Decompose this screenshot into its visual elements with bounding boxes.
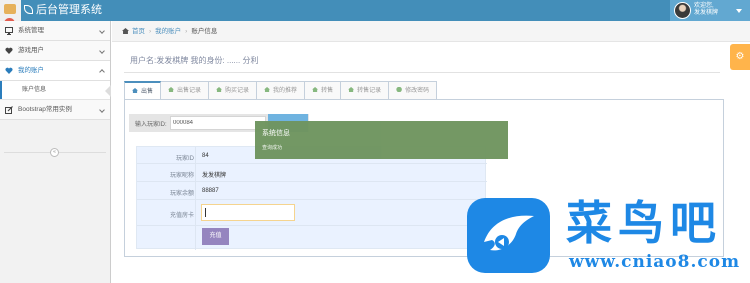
player-id-value: 84 bbox=[202, 153, 209, 159]
player-balance-value: 88887 bbox=[202, 188, 219, 194]
watermark-name: 菜鸟吧 bbox=[566, 196, 722, 250]
home-icon bbox=[122, 28, 129, 34]
tab-label: 出售记录 bbox=[177, 88, 202, 94]
heart-icon bbox=[5, 67, 13, 74]
tab-resell[interactable]: 转售 bbox=[305, 81, 342, 100]
player-id-label: 玩家ID bbox=[175, 156, 194, 162]
page-header: 用户名:发发棋牌 我的身份: ...... 分利 bbox=[130, 56, 259, 65]
tab-label: 出售 bbox=[141, 89, 154, 95]
tab-label: 转售记录 bbox=[357, 88, 382, 94]
bird-icon bbox=[484, 215, 534, 251]
breadcrumb-home[interactable]: 首页 bbox=[132, 28, 145, 35]
user-welcome: 欢迎您, 发发棋牌 bbox=[694, 3, 718, 17]
sidebar-item-my-account[interactable]: 我的账户 bbox=[0, 61, 110, 81]
home-icon bbox=[216, 87, 223, 92]
desktop-icon bbox=[5, 27, 13, 35]
recharge-cards-input[interactable] bbox=[201, 204, 295, 221]
leaf-icon bbox=[24, 5, 33, 14]
sidebar-item-bootstrap[interactable]: Bootstrap常用实例 bbox=[0, 100, 110, 120]
breadcrumb-current: 账户信息 bbox=[191, 28, 218, 35]
breadcrumb-separator: › bbox=[185, 28, 188, 35]
avatar bbox=[674, 2, 691, 19]
user-menu[interactable]: 欢迎您, 发发棋牌 bbox=[670, 0, 750, 21]
brand-title: 后台管理系统 bbox=[36, 4, 102, 16]
table-row: 玩家余额 88887 bbox=[137, 182, 487, 200]
sidebar-item-label: 我的账户 bbox=[18, 67, 44, 74]
tab-change-password[interactable]: 修改密码 bbox=[389, 81, 438, 100]
player-nickname-value: 发发棋牌 bbox=[202, 173, 227, 179]
table-row: 充值房卡 bbox=[137, 200, 487, 226]
sidebar-item-label: 系统管理 bbox=[18, 27, 44, 34]
recharge-cards-label: 充值房卡 bbox=[169, 213, 194, 219]
player-info-table: 玩家ID 84 玩家昵称 发发棋牌 玩家余额 88887 充值房卡 充值 bbox=[136, 146, 487, 250]
toast-title: 系统信息 bbox=[262, 130, 290, 137]
toast-message: 查询成功 bbox=[262, 145, 283, 151]
user-name: 发发棋牌 bbox=[694, 10, 719, 16]
watermark-url: www.cniao8.com bbox=[569, 252, 741, 272]
table-row: 玩家昵称 发发棋牌 bbox=[137, 164, 487, 182]
breadcrumb-separator: › bbox=[149, 28, 152, 35]
key-icon bbox=[396, 87, 402, 92]
chevron-down-icon bbox=[99, 28, 105, 34]
chevron-up-icon bbox=[99, 69, 105, 75]
tab-resell-records[interactable]: 转售记录 bbox=[341, 81, 390, 100]
heart-icon bbox=[5, 47, 13, 54]
recharge-button[interactable]: 充值 bbox=[202, 228, 229, 245]
player-balance-label: 玩家余额 bbox=[169, 191, 194, 197]
settings-button[interactable]: ⚙ bbox=[730, 44, 750, 70]
tab-bar: 出售 出售记录 购买记录 我的推荐 转售 转售记录 修改密码 bbox=[124, 81, 438, 100]
brand[interactable]: 后台管理系统 bbox=[24, 4, 102, 17]
tab-sell[interactable]: 出售 bbox=[124, 81, 162, 100]
player-nickname-label: 玩家昵称 bbox=[169, 173, 194, 179]
sidebar-item-system[interactable]: 系统管理 bbox=[0, 21, 110, 41]
sidebar: 系统管理 游戏用户 我的账户 账户信息 Bootstrap常用实例 « bbox=[0, 21, 111, 283]
home-icon bbox=[264, 87, 271, 92]
flag-icon[interactable] bbox=[4, 4, 16, 14]
tab-label: 购买记录 bbox=[225, 88, 250, 94]
chevron-down-icon bbox=[99, 48, 105, 54]
sidebar-subitem-account-info[interactable]: 账户信息 bbox=[0, 81, 111, 100]
watermark-logo bbox=[467, 198, 550, 273]
header-divider bbox=[124, 72, 720, 73]
welcome-text: 欢迎您, bbox=[694, 3, 714, 9]
home-icon bbox=[348, 87, 355, 92]
sidebar-item-label: Bootstrap常用实例 bbox=[18, 106, 72, 113]
home-icon bbox=[312, 87, 319, 92]
caret-down-icon bbox=[736, 9, 742, 13]
sidebar-subitem-label: 账户信息 bbox=[22, 87, 47, 93]
breadcrumb-parent[interactable]: 我的账户 bbox=[155, 28, 181, 35]
tab-label: 我的推荐 bbox=[273, 88, 298, 94]
tab-sell-records[interactable]: 出售记录 bbox=[161, 81, 210, 100]
tab-my-referrals[interactable]: 我的推荐 bbox=[257, 81, 306, 100]
player-id-input[interactable] bbox=[170, 116, 266, 130]
system-message-toast: 系统信息 查询成功 bbox=[255, 121, 508, 159]
collapse-sidebar-button[interactable]: « bbox=[50, 148, 59, 157]
home-icon bbox=[168, 87, 175, 92]
home-icon bbox=[132, 88, 138, 93]
tab-label: 修改密码 bbox=[405, 88, 430, 94]
top-navbar: 后台管理系统 欢迎您, 发发棋牌 bbox=[21, 0, 750, 21]
breadcrumb: 首页 › 我的账户 › 账户信息 bbox=[112, 21, 750, 42]
chevron-down-icon bbox=[99, 107, 105, 113]
sidebar-item-label: 游戏用户 bbox=[18, 47, 44, 54]
gear-icon: ⚙ bbox=[735, 51, 745, 62]
edit-icon bbox=[5, 106, 13, 114]
sidebar-item-game-users[interactable]: 游戏用户 bbox=[0, 41, 110, 61]
tab-label: 转售 bbox=[321, 88, 334, 94]
tab-purchase-records[interactable]: 购买记录 bbox=[209, 81, 258, 100]
player-id-label: 输入玩家ID: bbox=[135, 122, 167, 128]
